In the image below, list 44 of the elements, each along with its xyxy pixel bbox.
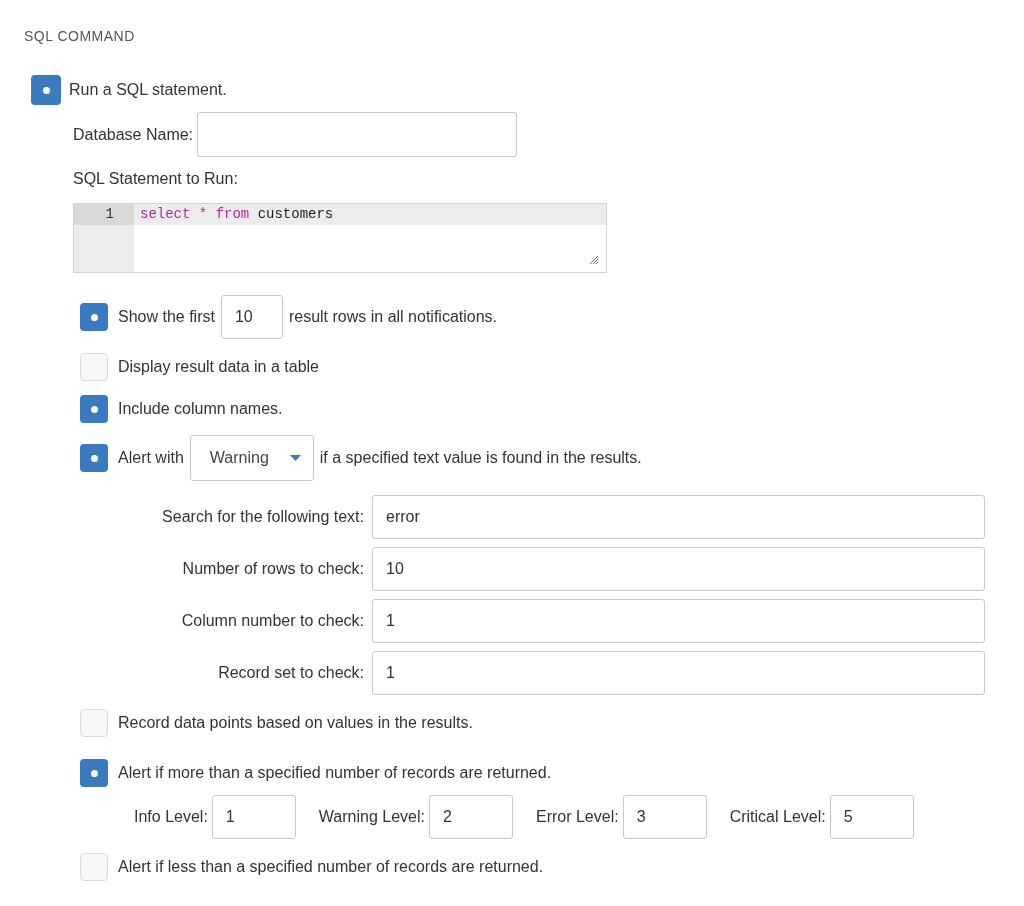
checkbox[interactable]	[31, 75, 61, 105]
checkbox[interactable]	[80, 303, 108, 331]
checkbox[interactable]	[80, 395, 108, 423]
option-label: Alert if less than a specified number of records are returned.	[118, 857, 544, 877]
severity-dropdown[interactable]: Warning	[189, 435, 314, 481]
level-label: Info Level:	[134, 807, 208, 827]
option-label: result rows in all notifications.	[288, 307, 498, 327]
field-label: Number of rows to check:	[181, 559, 364, 579]
option-label: Alert if more than a specified number of records are returned.	[118, 763, 552, 783]
line-number: 1	[74, 204, 134, 225]
input-field[interactable]: 5	[829, 795, 914, 839]
field-label: Database Name:	[73, 124, 194, 145]
option-label: Show the first	[118, 307, 215, 327]
option-label: Record data points based on values in the results.	[118, 713, 473, 733]
checkbox[interactable]	[80, 353, 108, 381]
checkbox[interactable]	[80, 709, 108, 737]
code-editor[interactable]: 1 select * from customers	[73, 203, 607, 273]
section-heading: SQL COMMAND	[24, 27, 136, 46]
resize-handle-icon[interactable]	[589, 255, 598, 264]
input-field[interactable]: error	[372, 495, 985, 539]
option-label: if a specified text value is found in the results.	[319, 448, 642, 468]
level-label: Critical Level:	[729, 807, 826, 827]
caret-icon	[289, 455, 301, 461]
field-label: Search for the following text:	[161, 507, 364, 527]
option-label: Alert with	[118, 448, 184, 468]
field-label: Record set to check:	[217, 663, 364, 683]
field-label: SQL Statement to Run:	[73, 170, 238, 187]
level-label: Warning Level:	[318, 807, 425, 827]
option-label: Display result data in a table	[118, 357, 319, 377]
input-field[interactable]	[197, 112, 518, 157]
level-label: Error Level:	[535, 807, 619, 827]
input-field[interactable]: 1	[372, 651, 985, 695]
input-field[interactable]: 10	[220, 295, 283, 339]
input-field[interactable]: 10	[372, 547, 985, 591]
field-label: Column number to check:	[180, 611, 364, 631]
input-field[interactable]: 2	[428, 795, 513, 839]
input-field[interactable]: 3	[622, 795, 707, 839]
input-field[interactable]: 1	[372, 599, 985, 643]
checkbox[interactable]	[80, 759, 108, 787]
option-label: Include column names.	[118, 399, 283, 419]
option-label: Run a SQL statement.	[69, 80, 227, 100]
checkbox[interactable]	[80, 853, 108, 881]
checkbox[interactable]	[80, 444, 108, 472]
input-field[interactable]: 1	[211, 795, 296, 839]
